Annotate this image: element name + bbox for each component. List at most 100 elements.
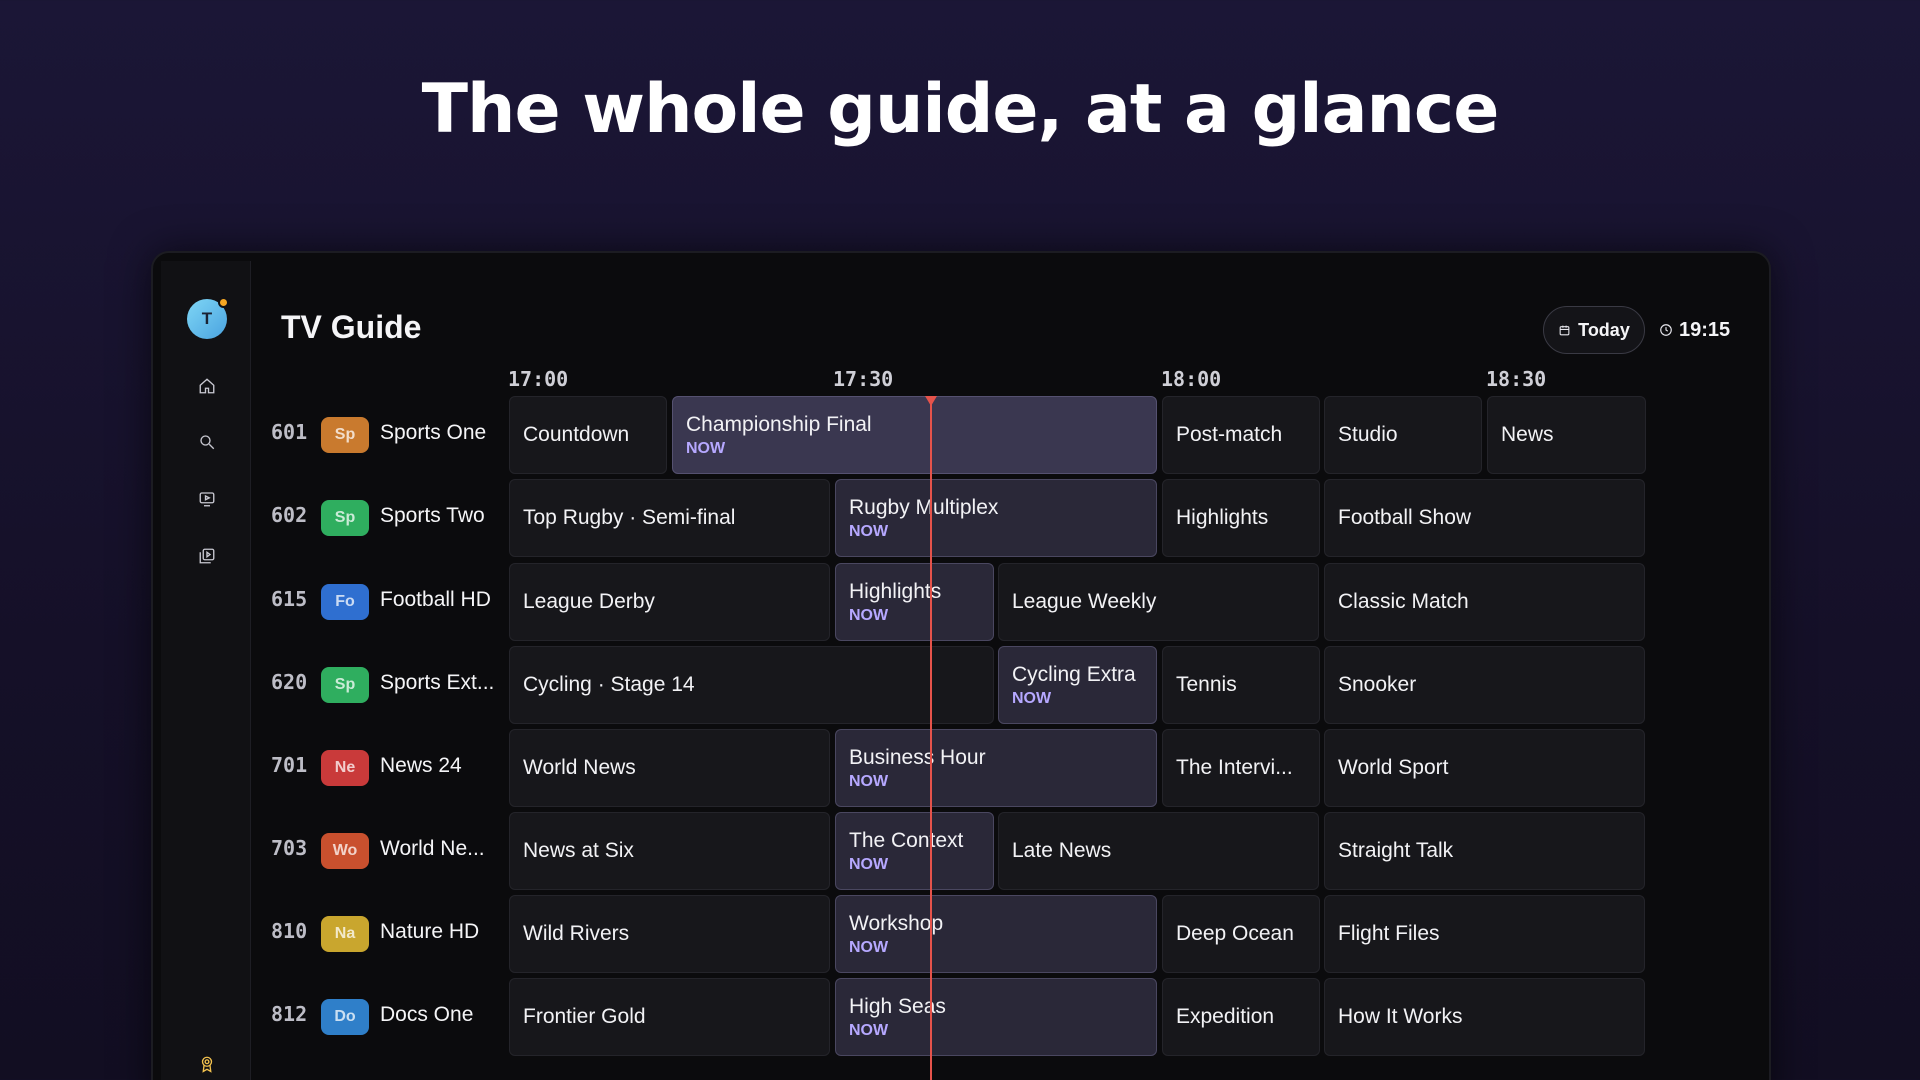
channel-row: 615 Fo Football HD League Derby Highlights NO… [153,563,1769,641]
program-cell[interactable]: Wild Rivers [509,895,830,973]
program-title: Championship Final [686,412,872,436]
calendar-icon [1559,325,1570,335]
program-cell-now[interactable]: Highlights NOW [835,563,994,641]
avatar-initial: T [201,309,213,328]
program-cell[interactable]: League Derby [509,563,830,641]
program-title: The Intervi... [1176,756,1293,779]
program-title: Countdown [523,423,630,446]
program-cell[interactable]: Tennis [1162,646,1320,724]
tv-frame: T TV Guide Today 19:15 17:00 17:30 18:00… [151,251,1771,1080]
program-title: Studio [1338,423,1398,446]
channel-name[interactable]: Sports Two [380,504,485,528]
program-cell[interactable]: Post-match [1162,396,1320,474]
clock-icon [1660,324,1672,336]
program-title: News [1501,423,1554,446]
now-badge: NOW [849,1021,889,1039]
program-title: Football Show [1338,506,1472,529]
program-title: Top Rugby · Semi-final [523,506,736,529]
channel-row: 810 Na Nature HD Wild Rivers Workshop NOW Deep… [153,895,1769,973]
channel-row: 703 Wo World Ne... News at Six The Context NO… [153,812,1769,890]
channel-row: 701 Ne News 24 World News Business Hour NOW Th… [153,729,1769,807]
program-title: Highlights [849,579,942,603]
channel-name[interactable]: News 24 [380,754,462,778]
program-cell[interactable]: Deep Ocean [1162,895,1320,973]
channel-name[interactable]: Docs One [380,1003,473,1027]
notification-dot [218,297,229,308]
program-cell[interactable]: World News [509,729,830,807]
channel-logo-badge: Sp [321,417,369,453]
program-cell-now[interactable]: Championship Final NOW [672,396,1157,474]
page-title: TV Guide [281,309,422,345]
now-badge: NOW [849,772,889,790]
program-title: News at Six [523,839,634,862]
program-cell[interactable]: How It Works [1324,978,1645,1056]
now-badge: NOW [849,606,889,624]
channel-row: 812 Do Docs One Frontier Gold High Seas NOW Ex… [153,978,1769,1056]
now-badge: NOW [849,522,889,540]
channel-number: 810 [271,919,308,943]
program-cell[interactable]: Studio [1324,396,1482,474]
program-cell[interactable]: Classic Match [1324,563,1645,641]
channel-number: 615 [271,587,308,611]
program-cell-now[interactable]: Business Hour NOW [835,729,1157,807]
program-title: Snooker [1338,673,1417,696]
clock-time: 19:15 [1679,318,1731,341]
channel-logo-badge: Sp [321,667,369,703]
program-cell-now[interactable]: Workshop NOW [835,895,1157,973]
channel-number: 701 [271,753,308,777]
program-title: High Seas [849,994,946,1018]
channel-name[interactable]: Nature HD [380,920,479,944]
program-cell-now[interactable]: Rugby Multiplex NOW [835,479,1157,557]
channel-number: 620 [271,670,308,694]
program-cell[interactable]: Football Show [1324,479,1645,557]
program-cell[interactable]: Late News [998,812,1319,890]
program-cell[interactable]: Countdown [509,396,667,474]
program-cell[interactable]: Flight Files [1324,895,1645,973]
program-cell[interactable]: News [1487,396,1646,474]
time-label: 18:00 [1161,367,1222,391]
program-title: Cycling Extra [1012,662,1136,686]
program-cell-now[interactable]: Cycling Extra NOW [998,646,1157,724]
program-title: World Sport [1338,756,1449,779]
channel-logo-badge: Wo [321,833,369,869]
program-title: Frontier Gold [523,1005,646,1028]
program-title: How It Works [1338,1005,1463,1028]
program-cell[interactable]: World Sport [1324,729,1645,807]
program-cell[interactable]: Cycling · Stage 14 [509,646,994,724]
program-cell-now[interactable]: The Context NOW [835,812,994,890]
today-button[interactable]: Today [1543,306,1645,354]
time-label: 17:30 [833,367,894,391]
program-cell[interactable]: News at Six [509,812,830,890]
channel-number: 703 [271,836,308,860]
program-cell[interactable]: Top Rugby · Semi-final [509,479,830,557]
program-title: League Weekly [1012,590,1157,613]
channel-logo-badge: Na [321,916,369,952]
program-cell[interactable]: Expedition [1162,978,1320,1056]
channel-name[interactable]: Football HD [380,588,491,612]
avatar[interactable]: T [187,297,229,339]
channel-number: 812 [271,1002,308,1026]
program-title: Deep Ocean [1176,922,1294,945]
program-cell[interactable]: Highlights [1162,479,1320,557]
channel-logo-badge: Do [321,999,369,1035]
channel-name[interactable]: Sports One [380,421,486,445]
program-title: Flight Files [1338,922,1440,945]
program-cell[interactable]: Straight Talk [1324,812,1645,890]
channel-number: 601 [271,420,308,444]
channel-row: 620 Sp Sports Ext... Cycling · Stage 14 Cycl… [153,646,1769,724]
program-cell[interactable]: Frontier Gold [509,978,830,1056]
program-title: Tennis [1176,673,1237,696]
program-title: League Derby [523,590,655,613]
program-cell[interactable]: The Intervi... [1162,729,1320,807]
channel-number: 602 [271,503,308,527]
now-badge: NOW [849,938,889,956]
channel-name[interactable]: World Ne... [380,837,485,861]
program-cell-now[interactable]: High Seas NOW [835,978,1157,1056]
program-cell[interactable]: League Weekly [998,563,1319,641]
channel-name[interactable]: Sports Ext... [380,671,494,695]
program-title: Straight Talk [1338,839,1454,862]
program-cell[interactable]: Snooker [1324,646,1645,724]
program-title: Highlights [1176,506,1269,529]
program-title: Classic Match [1338,590,1469,613]
program-title: Business Hour [849,745,986,769]
